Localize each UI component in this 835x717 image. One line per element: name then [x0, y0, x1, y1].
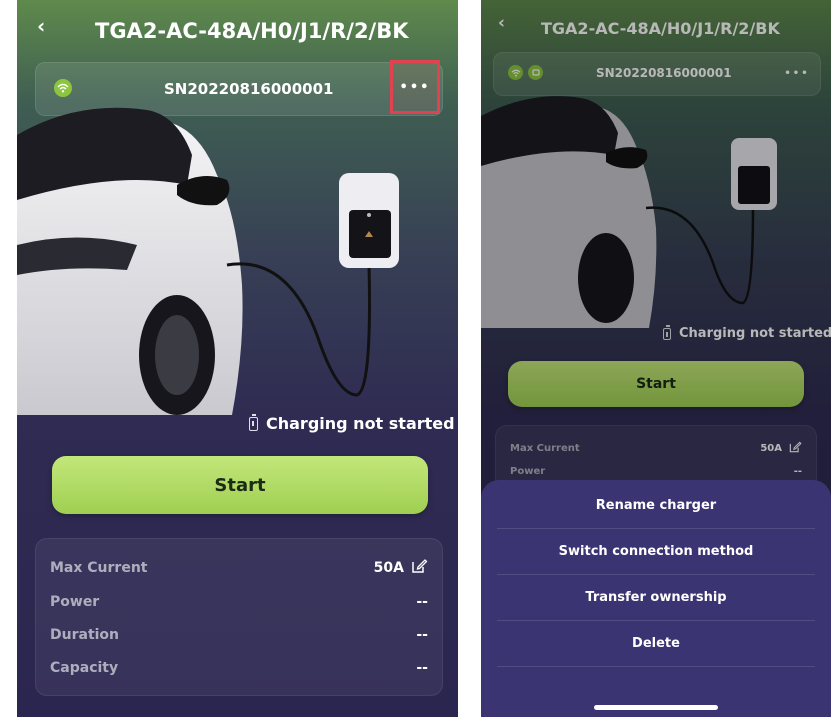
header: ‹ TGA2-AC-48A/H0/J1/R/2/BK: [17, 0, 458, 60]
transfer-ownership-option[interactable]: Transfer ownership: [497, 574, 815, 621]
switch-connection-option[interactable]: Switch connection method: [497, 528, 815, 575]
stat-label: Max Current: [50, 560, 148, 576]
back-button[interactable]: ‹: [37, 14, 45, 38]
home-indicator: [594, 705, 718, 710]
stat-label: Capacity: [50, 660, 119, 676]
charger-options-screen: ‹ TGA2-AC-48A/H0/J1/R/2/BK SN20220816000…: [481, 0, 831, 717]
stat-label: Power: [50, 594, 100, 610]
stat-row-power: Power --: [50, 594, 428, 610]
stat-row-capacity: Capacity --: [50, 660, 428, 676]
rename-charger-option[interactable]: Rename charger: [497, 482, 815, 529]
battery-icon: [249, 413, 258, 431]
charging-status: Charging not started: [249, 413, 455, 433]
start-button[interactable]: Start: [52, 456, 428, 514]
stat-value-group: 50A: [374, 557, 428, 579]
charger-detail-screen: ‹ TGA2-AC-48A/H0/J1/R/2/BK SN20220816000…: [17, 0, 458, 717]
options-bottom-sheet: Rename charger Switch connection method …: [481, 480, 831, 717]
stat-value: --: [416, 627, 428, 643]
stat-row-max-current: Max Current 50A: [50, 557, 428, 579]
stat-row-duration: Duration --: [50, 627, 428, 643]
stat-value: --: [416, 594, 428, 610]
delete-option[interactable]: Delete: [497, 620, 815, 667]
page-title: TGA2-AC-48A/H0/J1/R/2/BK: [95, 19, 409, 43]
car-charger-illustration: [17, 107, 399, 415]
stat-value: 50A: [373, 560, 404, 576]
stat-value: --: [416, 660, 428, 676]
stats-panel: Max Current 50A Power -- Duration -- Cap…: [35, 538, 443, 696]
edit-icon[interactable]: [410, 557, 428, 579]
stat-label: Duration: [50, 627, 120, 643]
charging-status-text: Charging not started: [266, 414, 455, 433]
